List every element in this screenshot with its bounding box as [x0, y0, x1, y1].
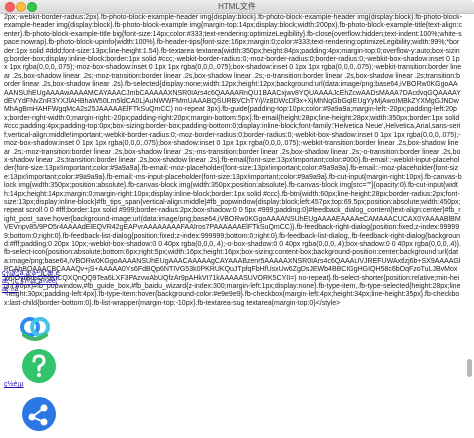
vertical-scrollbar[interactable] [466, 14, 472, 438]
raw-css-text: 2px;-webkit-border-radius:2px}.fb-photo-… [4, 14, 462, 307]
baidu-cloud-icon[interactable] [16, 309, 54, 347]
help-link[interactable]: ç½é¡µ [4, 381, 24, 388]
scrollbar-thumb[interactable] [467, 359, 472, 377]
link-item[interactable]: æ·»å [2, 286, 60, 294]
link-item[interactable]: æ¬¡ç´¢ï¼ä¸ä¼éè¦ [2, 278, 60, 286]
page-content[interactable]: 2px;-webkit-border-radius:2px}.fb-photo-… [4, 14, 464, 438]
link-list: ç¾åº¦ä¸ä¸å¹³å°æ¨è æ¬¡ç´¢ï¼ä¸ä¼éè¦ æ·»å [2, 270, 60, 294]
html-file-window: HTML文件 2px;-webkit-border-radius:2px}.fb… [0, 0, 474, 438]
share-nodes-icon[interactable] [22, 397, 56, 431]
question-mark-icon[interactable] [22, 349, 56, 383]
link-item[interactable]: ç¾åº¦ä¸ä¸å¹³å°æ¨è [2, 270, 60, 278]
window-title: HTML文件 [218, 2, 256, 11]
window-titlebar[interactable]: HTML文件 [0, 0, 474, 14]
